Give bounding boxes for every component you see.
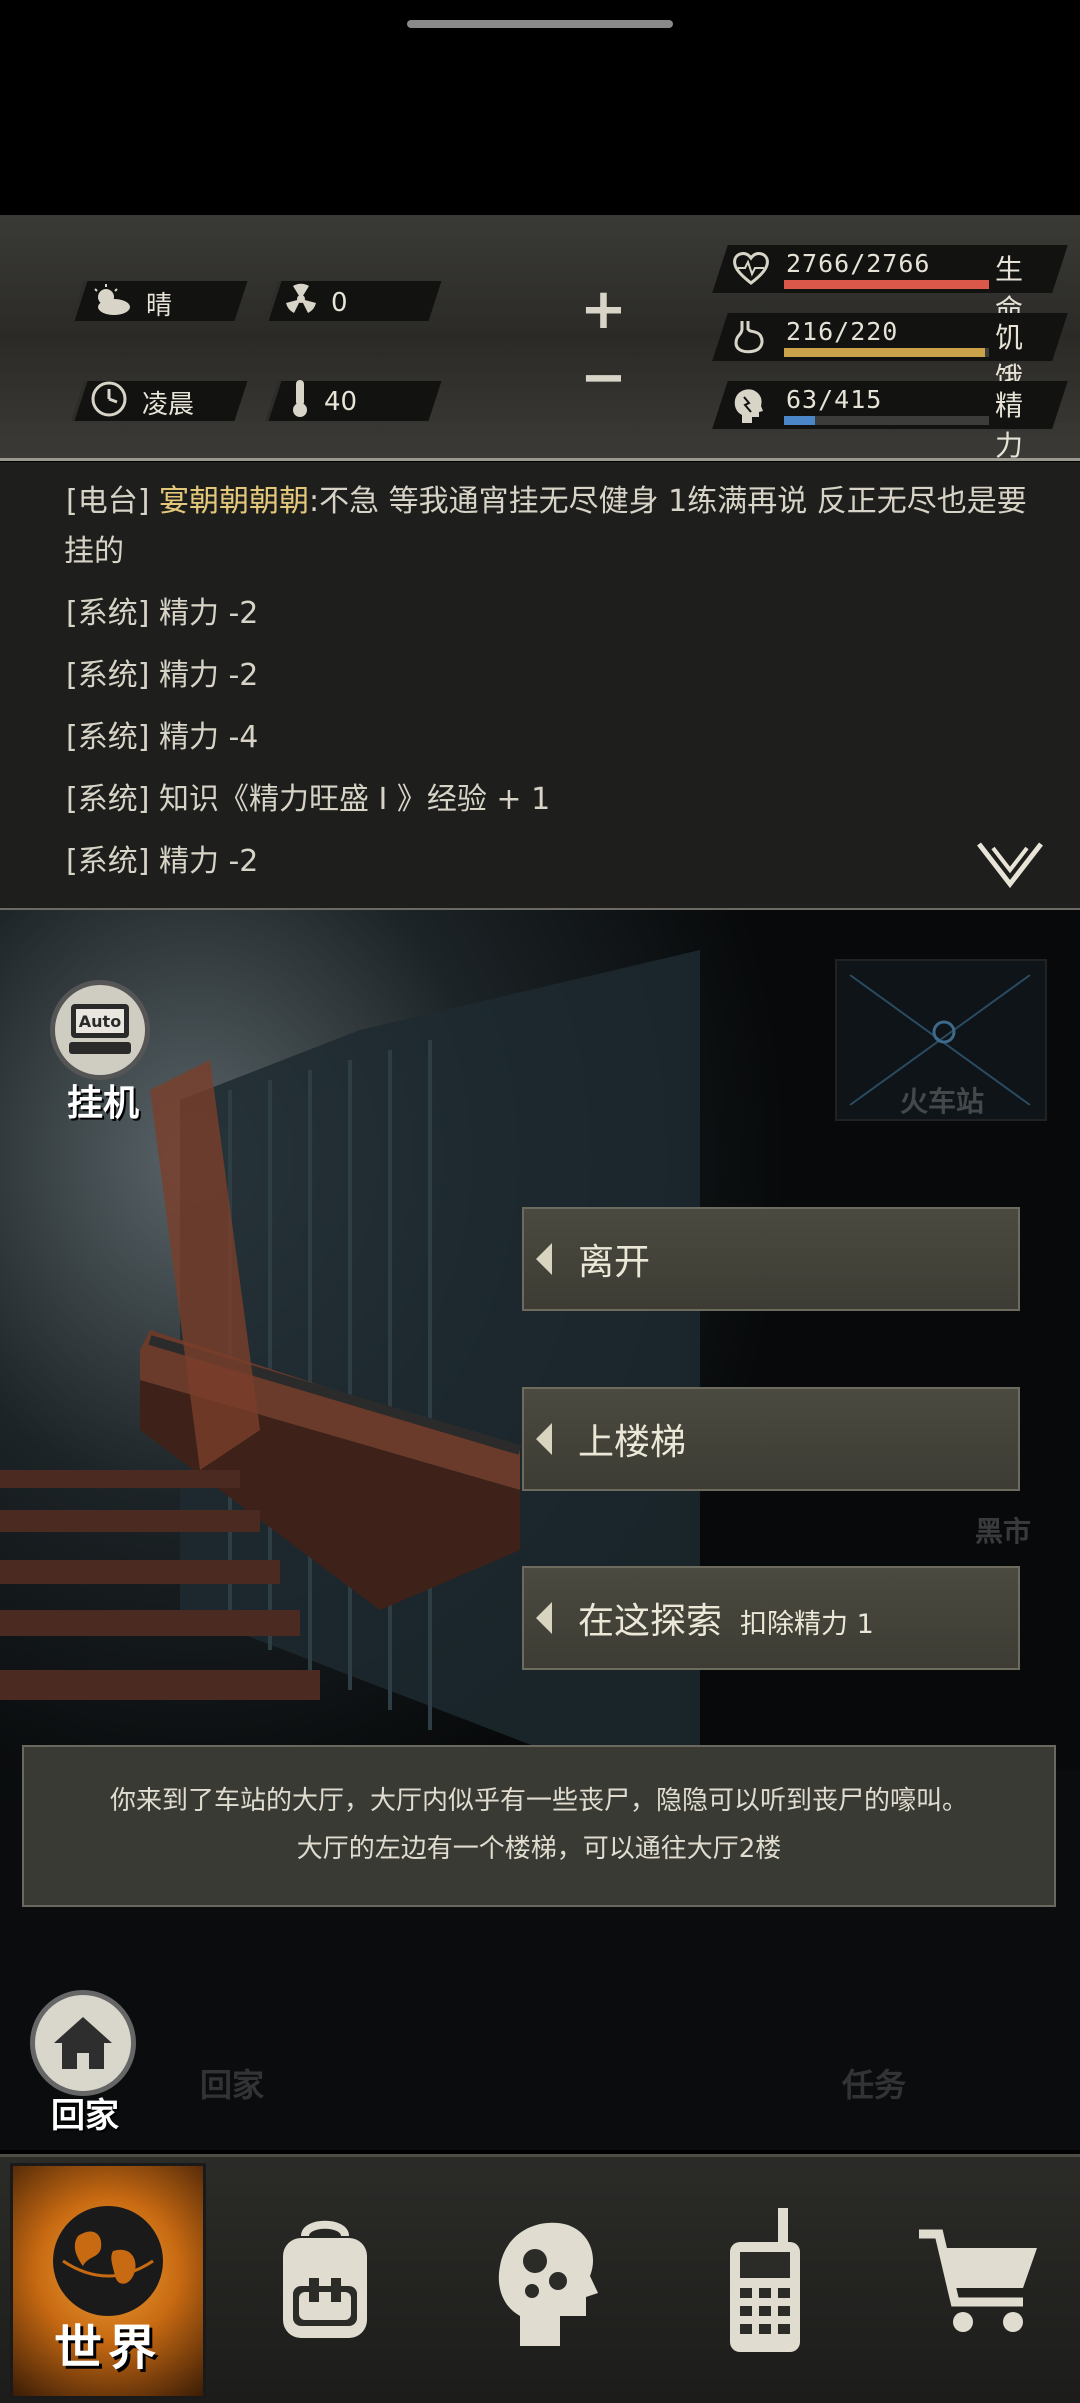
explore-here-button[interactable]: 在这探索 扣除精力 1 <box>522 1566 1020 1670</box>
weather-value: 晴 <box>146 291 173 321</box>
life-fill <box>784 280 989 289</box>
hunger-bar: 216/220 饥饿 <box>712 313 1068 394</box>
decrease-button[interactable]: − <box>580 345 627 410</box>
arrow-left-icon <box>536 1423 552 1455</box>
log-line: [系统] 精力 -4 <box>66 720 259 755</box>
scene-view: 火车站 黑市 回家 任务 <box>0 910 1080 2150</box>
radio-phone-icon <box>730 2208 800 2352</box>
hunger-value: 216/220 <box>786 317 899 346</box>
energy-fill <box>784 416 816 425</box>
go-home-button[interactable]: 回家 <box>30 1990 140 2137</box>
clock-icon <box>90 380 128 425</box>
log-line: [系统] 精力 -2 <box>66 658 259 693</box>
energy-label: 精力 <box>995 389 1024 462</box>
shop-cart-icon <box>919 2229 1037 2332</box>
action-label: 离开 <box>578 1242 651 1283</box>
action-label: 上楼梯 <box>578 1422 687 1463</box>
auto-label: 挂机 <box>66 1083 139 1124</box>
temperature-value: 40 <box>324 386 358 417</box>
backpack-icon <box>283 2220 367 2338</box>
time-value: 凌晨 <box>142 390 195 420</box>
time-stat: 凌晨 <box>90 380 194 425</box>
stomach-icon <box>732 319 766 359</box>
log-line: [系统] 精力 -2 <box>66 596 259 631</box>
description-line-1: 你来到了车站的大厅，大厅内似乎有一些丧尸，隐隐可以听到丧尸的嚎叫。 <box>109 1786 968 1816</box>
tab-radio[interactable] <box>680 2163 850 2399</box>
upstairs-button[interactable]: 上楼梯 <box>522 1387 1020 1491</box>
life-bar: 2766/2766 生命 <box>712 245 1068 326</box>
arrow-left-icon <box>536 1602 552 1634</box>
action-label: 在这探索 <box>578 1601 723 1642</box>
increase-button[interactable]: + <box>580 277 627 342</box>
auto-icon-text: Auto <box>79 1012 121 1031</box>
auto-idle-button[interactable]: Auto 挂机 <box>50 980 156 1126</box>
weather-icon <box>90 283 132 324</box>
world-globe-icon <box>53 2206 163 2316</box>
energy-bar: 63/415 精力 <box>712 381 1068 462</box>
faded-home-label: 回家 <box>200 2066 265 2104</box>
radio-sender: 宴朝朝朝朝 <box>158 484 309 519</box>
status-panel: 晴 0 凌晨 40 + − 2766/2766 生命 216/220 饥饿 63… <box>0 215 1080 640</box>
log-radio-line: [电台] 宴朝朝朝朝:不急 等我通宵挂无尽健身 1练满再说 反正无尽也是要 <box>66 476 1027 528</box>
home-label: 回家 <box>51 2096 119 2136</box>
message-log[interactable]: [电台] 宴朝朝朝朝:不急 等我通宵挂无尽健身 1练满再说 反正无尽也是要 挂的… <box>0 462 1080 911</box>
black-market-label: 黑市 <box>975 1515 1032 1548</box>
tab-backpack[interactable] <box>240 2163 410 2399</box>
brain-head-icon <box>732 387 764 429</box>
skills-head-icon <box>498 2222 598 2346</box>
gesture-handle <box>407 20 673 28</box>
description-line-2: 大厅的左边有一个楼梯，可以通往大厅2楼 <box>296 1834 782 1864</box>
location-name: 火车站 <box>900 1085 985 1118</box>
radiation-value: 0 <box>331 287 348 318</box>
radio-message: :不急 等我通宵挂无尽健身 1练满再说 反正无尽也是要 <box>308 484 1027 519</box>
expand-log-chevron-icon[interactable] <box>975 840 1045 892</box>
temperature-stat: 40 <box>290 378 357 425</box>
arrow-left-icon <box>536 1243 552 1275</box>
leave-button[interactable]: 离开 <box>522 1207 1020 1311</box>
log-line: [系统] 知识《精力旺盛 I 》经验 + 1 <box>66 782 551 817</box>
radiation-icon <box>285 283 317 322</box>
tab-skills[interactable] <box>460 2163 630 2399</box>
log-radio-line-cont: 挂的 <box>64 534 124 569</box>
energy-value: 63/415 <box>786 385 883 414</box>
world-label: 世界 <box>53 2320 162 2376</box>
hunger-fill <box>784 348 985 357</box>
bottom-nav: 世界 <box>0 2154 1080 2403</box>
radio-tag: [电台] <box>66 484 150 519</box>
tab-world[interactable]: 世界 <box>10 2163 206 2399</box>
radiation-stat: 0 <box>285 283 348 322</box>
log-line: [系统] 精力 -2 <box>66 844 259 879</box>
auto-computer-icon: Auto <box>50 980 150 1080</box>
house-icon <box>30 1990 136 2096</box>
weather-stat: 晴 <box>90 283 172 324</box>
scene-description: 你来到了车站的大厅，大厅内似乎有一些丧尸，隐隐可以听到丧尸的嚎叫。 大厅的左边有… <box>22 1745 1056 1907</box>
thermometer-icon <box>290 378 310 425</box>
task-label: 任务 <box>842 2066 907 2104</box>
tab-shop[interactable] <box>895 2163 1065 2399</box>
heart-icon <box>732 251 770 289</box>
action-cost: 扣除精力 1 <box>740 1608 874 1640</box>
life-value: 2766/2766 <box>786 249 931 278</box>
